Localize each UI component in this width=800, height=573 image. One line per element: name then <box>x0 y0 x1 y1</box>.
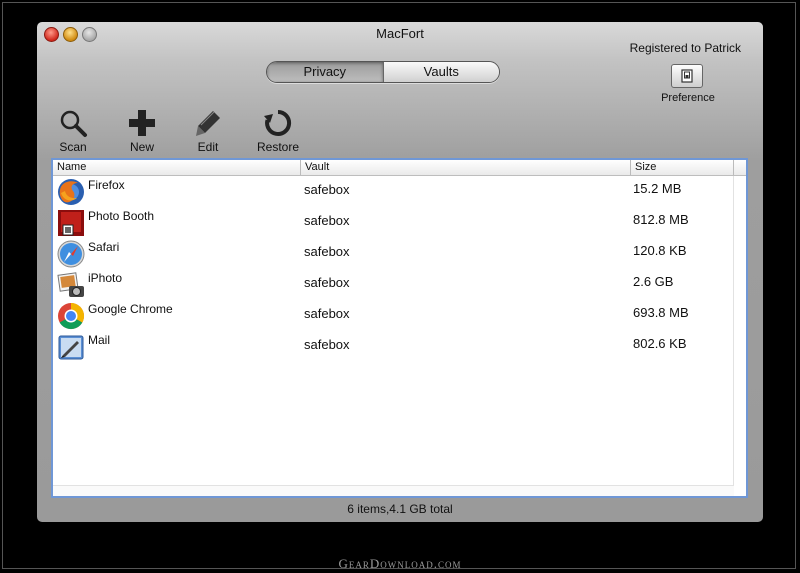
app-name: iPhoto <box>88 271 123 285</box>
app-size: 693.8 MB <box>633 305 689 320</box>
scan-label: Scan <box>59 140 87 154</box>
mail-icon <box>58 335 84 360</box>
view-segmented-control: Privacy Vaults <box>266 61 500 83</box>
table-header: Name Vault Size <box>53 160 746 176</box>
tab-vaults[interactable]: Vaults <box>382 62 499 82</box>
vertical-scrollbar[interactable] <box>733 176 746 496</box>
window-title: MacFort <box>376 26 424 41</box>
app-size: 802.6 KB <box>633 336 687 351</box>
magnifier-icon <box>60 110 87 137</box>
preference-label: Preference <box>661 92 715 104</box>
pencil-icon <box>196 111 220 136</box>
safari-icon <box>57 240 85 268</box>
app-size: 812.8 MB <box>633 212 689 227</box>
iphoto-icon <box>57 272 84 297</box>
restore-button[interactable]: Restore <box>253 108 303 154</box>
app-size: 120.8 KB <box>633 243 687 258</box>
apps-table: Name Vault Size Firefox safebox 15.2 MB … <box>51 158 748 498</box>
vault-name: safebox <box>304 306 350 321</box>
photo-booth-icon <box>58 210 84 236</box>
column-header-size[interactable]: Size <box>631 160 734 175</box>
table-row[interactable]: Mail safebox 802.6 KB <box>53 331 734 362</box>
watermark: GearDownload.com <box>338 556 462 571</box>
app-name: Safari <box>88 240 120 254</box>
tab-privacy[interactable]: Privacy <box>267 62 383 82</box>
edit-button[interactable]: Edit <box>183 108 233 154</box>
registration-text: Registered to Patrick <box>629 41 741 55</box>
vault-name: safebox <box>304 213 350 228</box>
table-row[interactable]: Photo Booth safebox 812.8 MB <box>53 207 734 238</box>
app-name: Firefox <box>88 178 125 192</box>
horizontal-scrollbar[interactable] <box>53 485 734 496</box>
switch-icon <box>681 69 693 83</box>
table-row[interactable]: Google Chrome safebox 693.8 MB <box>53 300 734 331</box>
firefox-icon <box>58 179 84 205</box>
app-name: Mail <box>88 333 111 347</box>
vault-name: safebox <box>304 182 350 197</box>
table-row[interactable]: Firefox safebox 15.2 MB <box>53 176 734 207</box>
restore-label: Restore <box>256 140 300 154</box>
column-header-vault[interactable]: Vault <box>301 160 631 175</box>
app-name: Photo Booth <box>88 209 155 223</box>
vault-name: safebox <box>304 337 350 352</box>
app-name: Google Chrome <box>88 302 173 316</box>
app-size: 2.6 GB <box>633 274 674 289</box>
column-header-name[interactable]: Name <box>53 160 301 175</box>
edit-label: Edit <box>197 140 219 154</box>
new-label: New <box>129 140 154 154</box>
app-window: MacFort Registered to Patrick Preference… <box>37 22 763 522</box>
restore-icon <box>264 109 292 136</box>
scan-button[interactable]: Scan <box>48 108 98 154</box>
preference-button[interactable] <box>671 64 703 88</box>
table-row[interactable]: iPhoto safebox 2.6 GB <box>53 269 734 300</box>
vault-name: safebox <box>304 244 350 259</box>
status-text: 6 items,4.1 GB total <box>347 502 453 516</box>
chrome-icon <box>58 302 85 330</box>
app-size: 15.2 MB <box>633 181 682 196</box>
vault-name: safebox <box>304 275 350 290</box>
new-button[interactable]: New <box>117 108 167 154</box>
plus-icon <box>129 110 155 136</box>
table-row[interactable]: Safari safebox 120.8 KB <box>53 238 734 269</box>
